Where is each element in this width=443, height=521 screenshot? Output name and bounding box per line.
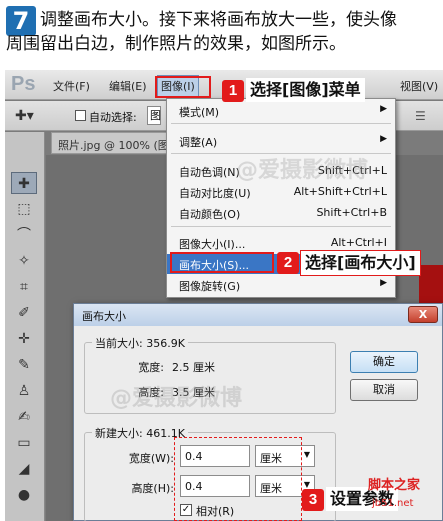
- move-tool-icon[interactable]: ✚▾: [15, 108, 34, 124]
- new-height-label: 高度(H):: [131, 482, 174, 495]
- auto-select-checkbox[interactable]: [75, 110, 86, 121]
- cancel-button[interactable]: 取消: [350, 379, 418, 401]
- step-line-1: 调整画布大小。接下来将画布放大一些，使头像: [40, 10, 397, 30]
- submenu-arrow-icon: ▶: [380, 278, 387, 288]
- lasso-tool-icon[interactable]: ⌒: [11, 224, 37, 246]
- move-tool-icon[interactable]: ✚: [11, 172, 37, 194]
- healing-brush-icon[interactable]: ✛: [11, 328, 37, 350]
- menu-view[interactable]: 视图(V): [400, 78, 438, 94]
- callout-3-number: 3: [302, 489, 324, 511]
- current-size-title: 当前大小: 356.9K: [92, 335, 188, 351]
- ok-button[interactable]: 确定: [350, 351, 418, 373]
- eyedropper-icon[interactable]: ✐: [11, 302, 37, 324]
- callout-1-text: 选择[图像]菜单: [246, 78, 365, 102]
- step-line-2: 周围留出白边，制作照片的效果，如图所示。: [6, 34, 346, 54]
- menu-edit[interactable]: 编辑(E): [109, 78, 147, 94]
- callout-2-text: 选择[画布大小]: [300, 250, 421, 276]
- photo-edge: [419, 265, 443, 305]
- canvas-size-highlight-box: [170, 252, 274, 273]
- magic-wand-icon[interactable]: ✧: [11, 250, 37, 272]
- parameter-highlight-box: [174, 437, 302, 521]
- submenu-arrow-icon: ▶: [380, 134, 387, 144]
- menu-item-adjust[interactable]: 调整(A) ▶: [167, 131, 395, 151]
- align-icon[interactable]: ☰: [415, 109, 426, 123]
- menu-separator: [171, 123, 391, 124]
- auto-select-label: 自动选择:: [89, 111, 137, 124]
- step-instructions: 调整画布大小。接下来将画布放大一些，使头像 周围留出白边，制作照片的效果，如图所…: [6, 8, 438, 56]
- history-brush-icon[interactable]: ✍: [11, 406, 37, 428]
- crop-tool-icon[interactable]: ⌗: [11, 276, 37, 298]
- dodge-tool-icon[interactable]: ●: [11, 484, 37, 506]
- watermark: @爱摄影微博: [236, 158, 369, 183]
- brush-tool-icon[interactable]: ✎: [11, 354, 37, 376]
- auto-select-dropdown[interactable]: 图: [147, 106, 161, 125]
- callout-2-number: 2: [277, 252, 299, 274]
- marquee-tool-icon[interactable]: ⬚: [11, 198, 37, 220]
- tools-panel: ✚ ⬚ ⌒ ✧ ⌗ ✐ ✛ ✎ ♙ ✍ ▭ ◢ ●: [5, 132, 45, 521]
- image-menu-highlight-box: [155, 76, 211, 98]
- menu-item-auto-color[interactable]: 自动颜色(O) Shift+Ctrl+B: [167, 203, 395, 223]
- paint-bucket-icon[interactable]: ◢: [11, 458, 37, 480]
- menu-file[interactable]: 文件(F): [53, 78, 90, 94]
- callout-1-number: 1: [222, 80, 244, 102]
- chevron-down-icon: ▼: [303, 480, 310, 489]
- dialog-title: 画布大小: [74, 304, 442, 326]
- chevron-down-icon: ▼: [303, 450, 310, 459]
- current-width-label: 宽度:: [138, 361, 164, 374]
- site-url: jb51.net: [372, 498, 414, 509]
- menu-item-mode[interactable]: 模式(M) ▶: [167, 101, 395, 121]
- stamp-tool-icon[interactable]: ♙: [11, 380, 37, 402]
- watermark: @爱摄影微博: [110, 386, 243, 411]
- photoshop-logo: Ps: [11, 73, 36, 95]
- submenu-arrow-icon: ▶: [380, 104, 387, 114]
- new-width-label: 宽度(W):: [128, 452, 174, 465]
- menu-item-image-rotation[interactable]: 图像旋转(G) ▶: [167, 275, 395, 295]
- eraser-tool-icon[interactable]: ▭: [11, 432, 37, 454]
- menu-separator: [171, 226, 391, 227]
- close-button[interactable]: X: [408, 306, 438, 323]
- current-width-value: 2.5 厘米: [172, 361, 215, 374]
- menu-item-auto-contrast[interactable]: 自动对比度(U) Alt+Shift+Ctrl+L: [167, 182, 395, 202]
- site-logo-text: 脚本之家: [368, 478, 421, 493]
